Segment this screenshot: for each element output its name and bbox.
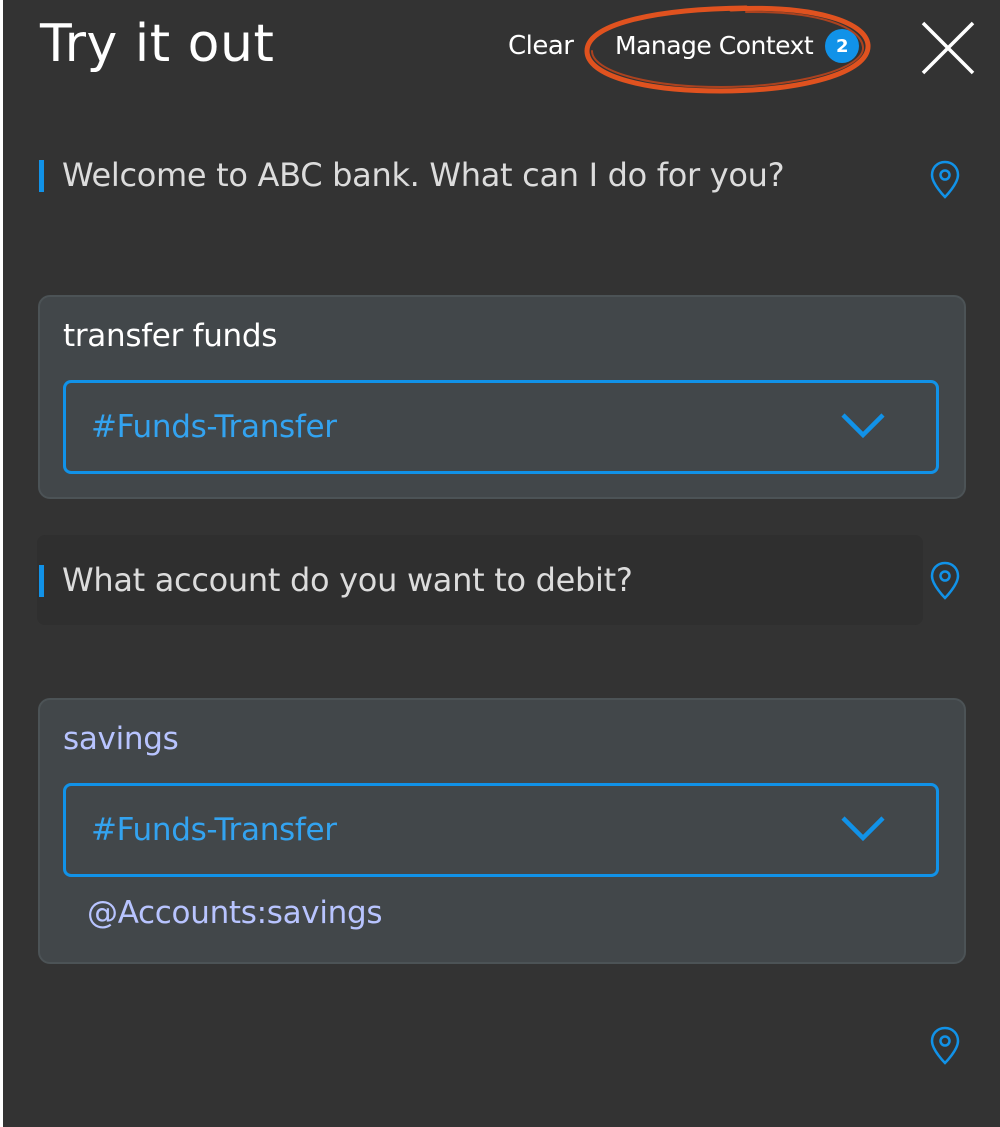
user-message-text: savings [63, 721, 179, 757]
chevron-down-icon [841, 816, 885, 842]
intent-label: #Funds-Transfer [91, 812, 337, 848]
manage-context-button[interactable]: Manage Context 2 [615, 29, 860, 63]
location-pin-icon[interactable] [930, 160, 960, 200]
try-it-out-panel: Try it out Clear Manage Context 2 Welcom… [3, 0, 1000, 1127]
bot-message-text: What account do you want to debit? [62, 561, 633, 599]
clear-button[interactable]: Clear [508, 29, 574, 63]
close-icon [921, 21, 975, 75]
message-indicator-bar [39, 160, 44, 192]
context-count-badge: 2 [825, 29, 860, 63]
entity-tag[interactable]: @Accounts:savings [87, 892, 383, 934]
user-message-card: savings #Funds-Transfer @Accounts:saving… [38, 698, 966, 964]
location-pin-icon[interactable] [930, 1026, 960, 1066]
bot-message-text: Welcome to ABC bank. What can I do for y… [62, 156, 785, 194]
message-indicator-bar [39, 565, 44, 597]
intent-label: #Funds-Transfer [91, 409, 337, 445]
intent-dropdown[interactable]: #Funds-Transfer [63, 783, 939, 877]
bot-message: Welcome to ABC bank. What can I do for y… [37, 130, 923, 220]
panel-title: Try it out [40, 14, 275, 74]
user-message-text: transfer funds [63, 318, 278, 354]
bot-message: What account do you want to debit? [37, 535, 923, 625]
manage-context-label: Manage Context [615, 31, 814, 60]
user-message-card: transfer funds #Funds-Transfer [38, 295, 966, 499]
location-pin-icon[interactable] [930, 561, 960, 601]
close-button[interactable] [920, 20, 976, 76]
chevron-down-icon [841, 413, 885, 439]
intent-dropdown[interactable]: #Funds-Transfer [63, 380, 939, 474]
